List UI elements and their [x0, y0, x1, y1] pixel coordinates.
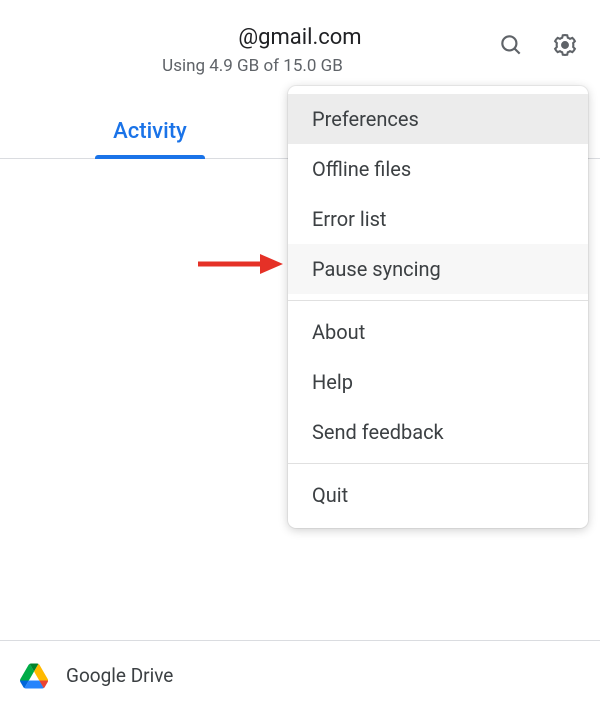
search-icon — [498, 32, 524, 58]
menu-preferences[interactable]: Preferences — [288, 94, 588, 144]
gear-icon — [551, 31, 579, 59]
menu-divider — [288, 300, 588, 301]
tab-activity[interactable]: Activity — [0, 119, 300, 158]
footer: Google Drive — [0, 640, 600, 710]
header-actions — [496, 30, 580, 60]
menu-send-feedback[interactable]: Send feedback — [288, 407, 588, 457]
menu-pause-syncing[interactable]: Pause syncing — [288, 244, 588, 294]
drive-logo-icon — [20, 662, 48, 690]
annotation-arrow-icon — [198, 252, 283, 276]
menu-offline-files[interactable]: Offline files — [288, 144, 588, 194]
settings-button[interactable] — [550, 30, 580, 60]
menu-divider — [288, 463, 588, 464]
menu-about[interactable]: About — [288, 307, 588, 357]
menu-error-list[interactable]: Error list — [288, 194, 588, 244]
storage-usage: Using 4.9 GB of 15.0 GB — [0, 56, 580, 76]
tab-label: Activity — [113, 119, 187, 144]
settings-menu: Preferences Offline files Error list Pau… — [288, 86, 588, 528]
header: @gmail.com Using 4.9 GB of 15.0 GB — [0, 0, 600, 81]
menu-quit[interactable]: Quit — [288, 470, 588, 520]
footer-app-name: Google Drive — [66, 664, 173, 687]
search-button[interactable] — [496, 30, 526, 60]
menu-help[interactable]: Help — [288, 357, 588, 407]
